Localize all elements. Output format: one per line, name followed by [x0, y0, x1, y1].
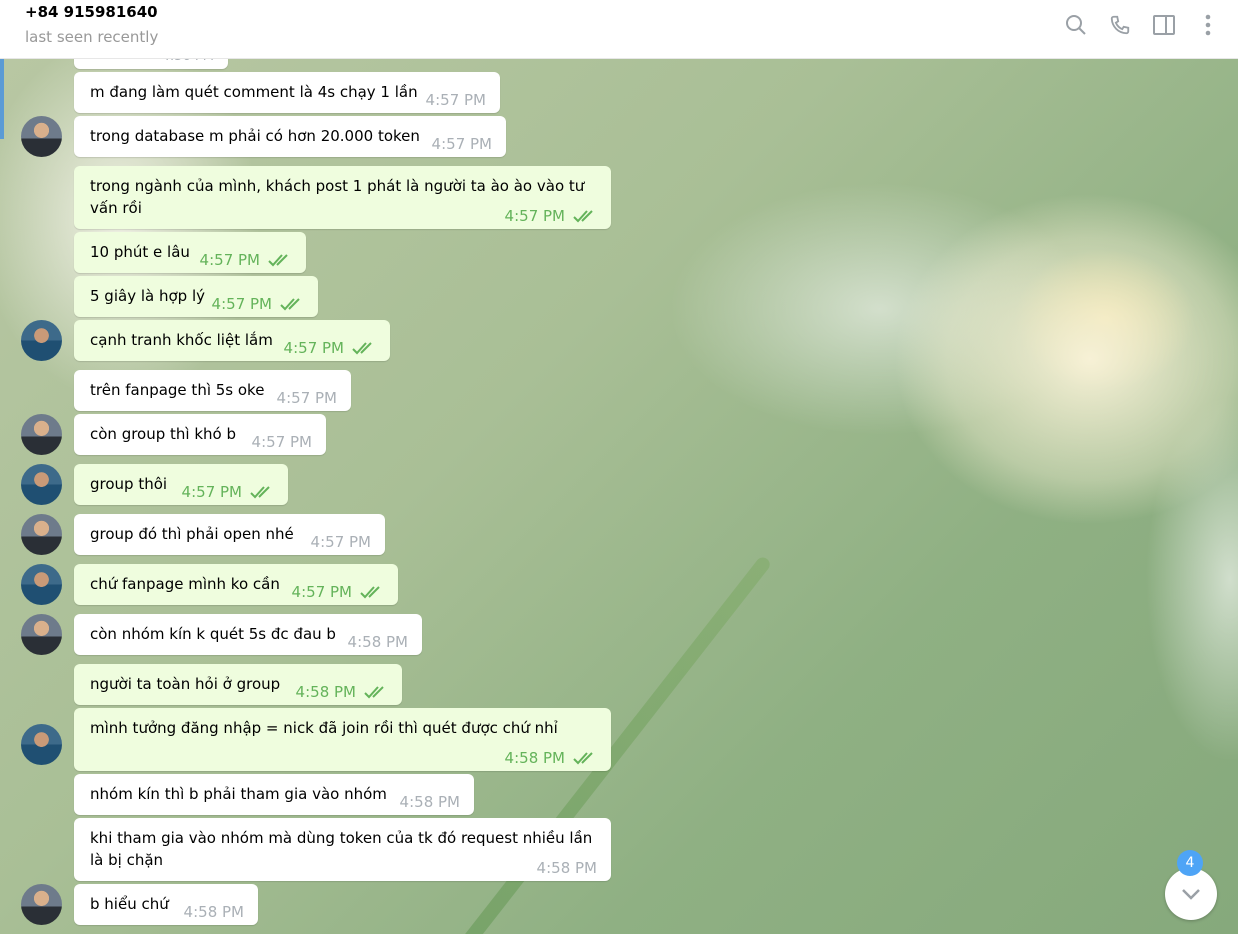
message-time: 4:57 PM: [425, 91, 486, 109]
avatar[interactable]: [21, 514, 62, 555]
message-bubble: group đó thì phải open nhé 4:57 PM: [74, 514, 385, 555]
avatar[interactable]: [21, 884, 62, 925]
read-ticks-icon: [352, 342, 372, 355]
message-time: 4:57 PM: [181, 483, 242, 501]
message-time: 4:58 PM: [399, 793, 460, 811]
header-actions: [1064, 12, 1220, 38]
message-time: 4:57 PM: [310, 533, 371, 551]
avatar[interactable]: [21, 464, 62, 505]
message-time: 4:58 PM: [295, 683, 356, 701]
avatar[interactable]: [21, 414, 62, 455]
read-ticks-icon: [573, 210, 593, 223]
message-time: 4:58 PM: [504, 749, 565, 767]
message-bubble: nhóm kín thì b phải tham gia vào nhóm 4:…: [74, 774, 474, 815]
message-bubble-own: trong ngành của mình, khách post 1 phát …: [74, 166, 611, 229]
chat-header: +84 915981640 last seen recently: [0, 0, 1238, 59]
avatar[interactable]: [21, 564, 62, 605]
message-time: 4:58 PM: [183, 903, 244, 921]
message-bubble: b hiểu chứ 4:58 PM: [74, 884, 258, 925]
message-bubble-own: mình tưởng đăng nhập = nick đã join rồi …: [74, 708, 611, 771]
message-bubble-own: người ta toàn hỏi ở group 4:58 PM: [74, 664, 402, 705]
message-time: 4:57 PM: [276, 389, 337, 407]
message-time: 4:57 PM: [504, 207, 565, 225]
message-bubble-own: 5 giây là hợp lý 4:57 PM: [74, 276, 318, 317]
message-text: khi tham gia vào nhóm mà dùng token của …: [90, 829, 593, 869]
message-bubble-own: chứ fanpage mình ko cần 4:57 PM: [74, 564, 398, 605]
read-ticks-icon: [364, 686, 384, 699]
message-bubble: trong database m phải có hơn 20.000 toke…: [74, 116, 506, 157]
read-ticks-icon: [573, 752, 593, 765]
message-text: trong database m phải có hơn 20.000 toke…: [90, 127, 420, 145]
message-time: 4:57 PM: [211, 295, 272, 313]
more-vert-icon[interactable]: [1196, 12, 1220, 38]
message-time: 4:57 PM: [199, 251, 260, 269]
message-bubble: còn nhóm kín k quét 5s đc đau b 4:58 PM: [74, 614, 422, 655]
contact-status: last seen recently: [25, 28, 159, 46]
read-ticks-icon: [280, 298, 300, 311]
message-bubble-own: 10 phút e lâu 4:57 PM: [74, 232, 306, 273]
message-bubble: m đang làm quét comment là 4s chạy 1 lần…: [74, 72, 500, 113]
message-time: 4:58 PM: [536, 859, 597, 877]
chevron-down-icon: [1182, 889, 1200, 900]
message-time: 4:57 PM: [251, 433, 312, 451]
phone-icon[interactable]: [1108, 12, 1132, 38]
message-bubble-own: cạnh tranh khốc liệt lắm 4:57 PM: [74, 320, 390, 361]
message-time: 4:58 PM: [347, 633, 408, 651]
sidebar-toggle-icon[interactable]: [1152, 12, 1176, 38]
message-time: 4:57 PM: [291, 583, 352, 601]
read-ticks-icon: [250, 486, 270, 499]
search-icon[interactable]: [1064, 12, 1088, 38]
read-ticks-icon: [360, 586, 380, 599]
avatar[interactable]: [21, 724, 62, 765]
avatar[interactable]: [21, 116, 62, 157]
left-accent: [0, 59, 4, 139]
message-text: mình tưởng đăng nhập = nick đã join rồi …: [90, 719, 558, 737]
avatar[interactable]: [21, 614, 62, 655]
message-time: 4:57 PM: [431, 135, 492, 153]
avatar[interactable]: [21, 320, 62, 361]
message-bubble: trên fanpage thì 5s oke 4:57 PM: [74, 370, 351, 411]
unread-count-badge: 4: [1177, 850, 1203, 876]
read-ticks-icon: [268, 254, 288, 267]
message-bubble-own: group thôi 4:57 PM: [74, 464, 288, 505]
contact-name[interactable]: +84 915981640: [25, 3, 158, 21]
message-bubble: khi tham gia vào nhóm mà dùng token của …: [74, 818, 611, 881]
message-bubble: còn group thì khó b 4:57 PM: [74, 414, 326, 455]
message-time: 4:57 PM: [283, 339, 344, 357]
